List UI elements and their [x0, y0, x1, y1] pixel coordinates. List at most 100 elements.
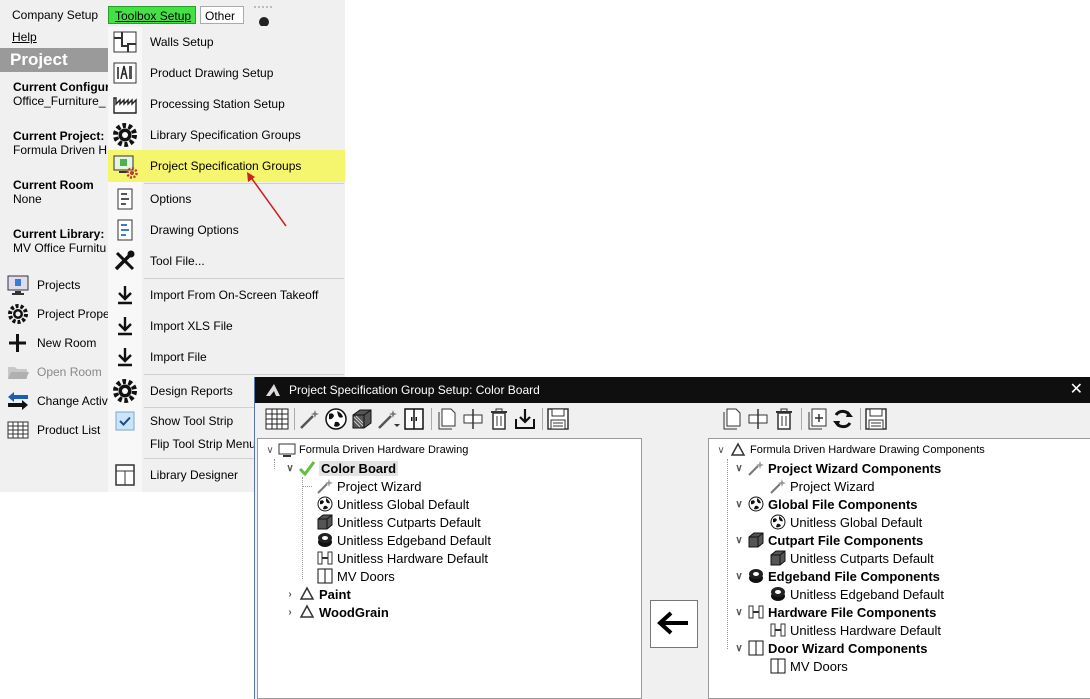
menu-item-drawing-options[interactable]: Drawing Options: [108, 215, 345, 245]
tree-item-hardware[interactable]: Unitless Hardware Default: [316, 549, 488, 567]
chevron-down-icon[interactable]: ∨: [733, 571, 745, 582]
new-room-button[interactable]: New Room: [6, 331, 96, 355]
refresh-icon[interactable]: [831, 407, 855, 431]
menu-item-project-specification-groups[interactable]: Project Specification Groups: [108, 150, 345, 182]
tree-item-global[interactable]: Unitless Global Default: [316, 495, 469, 513]
tree-group-label: Color Board: [319, 460, 399, 476]
tree-group-woodgrain[interactable]: › WoodGrain: [284, 603, 389, 621]
change-active-button[interactable]: Change Activ: [6, 389, 108, 413]
chevron-down-icon[interactable]: ∨: [733, 499, 745, 510]
menu-item-label: Walls Setup: [150, 35, 214, 49]
tree-item-edgeband[interactable]: Unitless Edgeband Default: [316, 531, 491, 549]
trash-icon[interactable]: [487, 407, 511, 431]
save-icon[interactable]: [864, 407, 888, 431]
menu-item-import-takeoff[interactable]: Import From On-Screen Takeoff: [108, 280, 345, 310]
menu-item-library-specification-groups[interactable]: Library Specification Groups: [108, 120, 345, 150]
chevron-down-icon[interactable]: ∨: [733, 607, 745, 618]
gear-icon: [108, 376, 142, 406]
new-room-label: New Room: [37, 336, 97, 350]
tree-root[interactable]: ∨ Formula Driven Hardware Drawing: [264, 441, 468, 459]
tree-group-edgeband-file-components[interactable]: ∨ Edgeband File Components: [733, 567, 940, 585]
split-icon[interactable]: [746, 407, 770, 431]
chevron-down-icon[interactable]: ∨: [733, 463, 745, 474]
download-icon[interactable]: [513, 407, 537, 431]
globe-icon[interactable]: [324, 407, 348, 431]
cutpart-cube-icon: [769, 550, 787, 566]
components-tree[interactable]: ∨ Formula Driven Hardware Drawing Compon…: [708, 438, 1090, 699]
add-copy-icon[interactable]: [805, 407, 829, 431]
tree-item-label: Project Wizard: [337, 478, 422, 494]
tree-group-hardware-file-components[interactable]: ∨ Hardware File Components: [733, 603, 936, 621]
swap-arrows-icon: [6, 390, 30, 412]
wand-dropdown-icon[interactable]: [376, 407, 400, 431]
tree-item-cutparts[interactable]: Unitless Cutparts Default: [769, 549, 934, 567]
chevron-right-icon[interactable]: ›: [284, 607, 296, 618]
move-left-button[interactable]: [650, 600, 698, 648]
gear-icon: [6, 303, 30, 325]
menu-item-import-file[interactable]: Import File: [108, 342, 345, 372]
menu-other[interactable]: Other: [200, 6, 244, 24]
menu-item-product-drawing-setup[interactable]: Product Drawing Setup: [108, 58, 345, 88]
trash-icon[interactable]: [772, 407, 796, 431]
tree-item-label: Unitless Global Default: [790, 514, 923, 530]
tree-item-global[interactable]: Unitless Global Default: [769, 513, 922, 531]
copy-icon[interactable]: [720, 407, 744, 431]
tree-group-global-file-components[interactable]: ∨ Global File Components: [733, 495, 918, 513]
tree-item-label: Unitless Hardware Default: [790, 622, 942, 638]
tree-group-project-wizard-components[interactable]: ∨ Project Wizard Components: [733, 459, 941, 477]
spec-group-tree[interactable]: ∨ Formula Driven Hardware Drawing ∨ Colo…: [257, 438, 642, 699]
menu-item-options[interactable]: Options: [108, 184, 345, 214]
tree-item-cutparts[interactable]: Unitless Cutparts Default: [316, 513, 481, 531]
chevron-down-icon[interactable]: ∨: [733, 643, 745, 654]
tree-group-paint[interactable]: › Paint: [284, 585, 351, 603]
chevron-down-icon[interactable]: ∨: [715, 445, 727, 456]
tree-item-project-wizard[interactable]: Project Wizard: [316, 477, 422, 495]
tree-group-color-board[interactable]: ∨ Color Board: [284, 459, 399, 477]
chevron-down-icon[interactable]: ∨: [284, 463, 296, 474]
tools-icon: [108, 246, 142, 276]
tree-group-label: Cutpart File Components: [768, 532, 924, 548]
magic-wand-icon[interactable]: [298, 407, 322, 431]
menu-toolbox-setup[interactable]: Toolbox Setup: [108, 6, 196, 24]
gear-icon[interactable]: [252, 6, 276, 27]
tree-item-label: Unitless Hardware Default: [337, 550, 489, 566]
menu-item-walls-setup[interactable]: Walls Setup: [108, 27, 345, 57]
globe-icon: [747, 496, 765, 512]
tree-item-hardware[interactable]: Unitless Hardware Default: [769, 621, 941, 639]
tree-root[interactable]: ∨ Formula Driven Hardware Drawing Compon…: [715, 441, 985, 459]
tree-item-doors[interactable]: MV Doors: [769, 657, 848, 675]
door-icon[interactable]: [402, 407, 426, 431]
import-arrow-icon: [108, 311, 142, 341]
projects-button[interactable]: Projects: [6, 273, 80, 297]
edgeband-roll-icon: [316, 532, 334, 548]
menu-item-import-xls[interactable]: Import XLS File: [108, 311, 345, 341]
menu-item-label: Drawing Options: [150, 223, 239, 237]
app-logo-icon: [265, 383, 281, 397]
save-icon[interactable]: [546, 407, 570, 431]
open-room-button[interactable]: Open Room: [6, 360, 102, 384]
menu-item-label: Processing Station Setup: [150, 97, 285, 111]
split-icon[interactable]: [461, 407, 485, 431]
menu-item-processing-station-setup[interactable]: Processing Station Setup: [108, 89, 345, 119]
current-library-value: MV Office Furnitu: [13, 241, 107, 255]
chevron-down-icon[interactable]: ∨: [264, 445, 276, 456]
menu-company-setup[interactable]: Company Setup: [8, 6, 102, 24]
chevron-right-icon[interactable]: ›: [284, 589, 296, 600]
tree-item-edgeband[interactable]: Unitless Edgeband Default: [769, 585, 944, 603]
product-list-button[interactable]: Product List: [6, 418, 100, 442]
project-properties-button[interactable]: Project Prope: [6, 302, 110, 326]
grid-table-icon[interactable]: [265, 407, 289, 431]
chevron-down-icon[interactable]: ∨: [733, 535, 745, 546]
tree-group-door-wizard-components[interactable]: ∨ Door Wizard Components: [733, 639, 928, 657]
close-icon[interactable]: ✕: [1070, 381, 1083, 399]
globe-icon: [769, 514, 787, 530]
menu-help[interactable]: Help: [8, 28, 41, 46]
tree-group-cutpart-file-components[interactable]: ∨ Cutpart File Components: [733, 531, 923, 549]
copy-icon[interactable]: [435, 407, 459, 431]
cutpart-cube-icon[interactable]: [350, 407, 374, 431]
menu-item-tool-file[interactable]: Tool File...: [108, 246, 345, 276]
current-project-value: Formula Driven H: [13, 143, 108, 157]
tree-item-doors[interactable]: MV Doors: [316, 567, 395, 585]
tree-item-project-wizard[interactable]: Project Wizard: [769, 477, 875, 495]
menu-item-label: Tool File...: [150, 254, 205, 268]
